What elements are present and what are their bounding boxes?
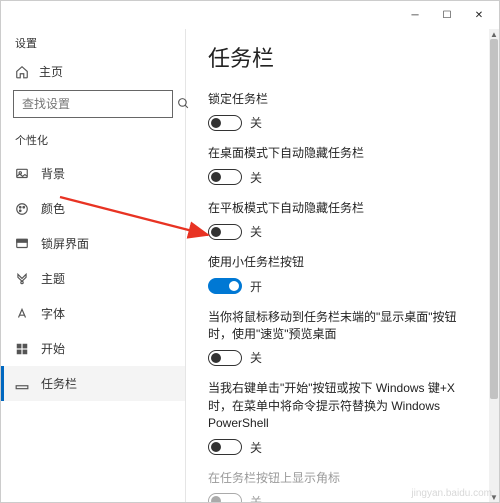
sidebar-item-lockscreen[interactable]: 锁屏界面 xyxy=(1,226,185,261)
toggle-state: 关 xyxy=(250,114,262,131)
setting-label: 当我右键单击"开始"按钮或按下 Windows 键+X 时，在菜单中将命令提示符… xyxy=(208,380,477,432)
setting-label: 当你将鼠标移动到任务栏末端的"显示桌面"按钮时，使用"速览"预览桌面 xyxy=(208,309,477,344)
sidebar-item-label: 开始 xyxy=(41,340,65,357)
toggle-state: 关 xyxy=(250,493,262,502)
sidebar-item-label: 颜色 xyxy=(41,200,65,217)
sidebar-item-taskbar[interactable]: 任务栏 xyxy=(1,366,185,401)
taskbar-icon xyxy=(15,377,29,391)
font-icon xyxy=(15,307,29,321)
setting-autohide-tablet: 在平板模式下自动隐藏任务栏 关 xyxy=(208,200,477,240)
sidebar-item-label: 主题 xyxy=(41,270,65,287)
scrollbar-thumb[interactable] xyxy=(490,39,498,399)
minimize-button[interactable]: ─ xyxy=(399,2,431,28)
sidebar-item-start[interactable]: 开始 xyxy=(1,331,185,366)
sidebar-item-background[interactable]: 背景 xyxy=(1,156,185,191)
home-icon xyxy=(15,65,29,79)
toggle-state: 关 xyxy=(250,169,262,186)
toggle-powershell[interactable] xyxy=(208,439,242,455)
search-box[interactable] xyxy=(13,90,173,118)
toggle-state: 关 xyxy=(250,223,262,240)
scroll-down-icon[interactable]: ▼ xyxy=(489,492,499,502)
sidebar-item-label: 字体 xyxy=(41,305,65,322)
setting-badges: 在任务栏按钮上显示角标 关 xyxy=(208,470,477,502)
maximize-button[interactable]: ☐ xyxy=(431,2,463,28)
setting-label: 在任务栏按钮上显示角标 xyxy=(208,470,477,487)
section-label: 个性化 xyxy=(1,128,185,156)
setting-lock-taskbar: 锁定任务栏 关 xyxy=(208,91,477,131)
sidebar-item-label: 任务栏 xyxy=(41,375,77,392)
setting-label: 锁定任务栏 xyxy=(208,91,477,108)
start-icon xyxy=(15,342,29,356)
titlebar: ─ ☐ ✕ xyxy=(1,1,499,29)
setting-label: 在桌面模式下自动隐藏任务栏 xyxy=(208,145,477,162)
toggle-peek-preview[interactable] xyxy=(208,350,242,366)
setting-label: 使用小任务栏按钮 xyxy=(208,254,477,271)
sidebar-home[interactable]: 主页 xyxy=(1,57,185,90)
nav: 背景 颜色 锁屏界面 主题 字体 xyxy=(1,156,185,502)
toggle-autohide-desktop[interactable] xyxy=(208,169,242,185)
toggle-state: 关 xyxy=(250,349,262,366)
sidebar-item-label: 锁屏界面 xyxy=(41,235,89,252)
content: 任务栏 锁定任务栏 关 在桌面模式下自动隐藏任务栏 关 在平板模式下自动隐藏任务… xyxy=(186,29,499,502)
toggle-state: 开 xyxy=(250,278,262,295)
sidebar: 设置 主页 个性化 背景 xyxy=(1,29,186,502)
toggle-lock-taskbar[interactable] xyxy=(208,115,242,131)
sidebar-item-fonts[interactable]: 字体 xyxy=(1,296,185,331)
toggle-state: 关 xyxy=(250,439,262,456)
sidebar-home-label: 主页 xyxy=(39,63,63,80)
setting-powershell: 当我右键单击"开始"按钮或按下 Windows 键+X 时，在菜单中将命令提示符… xyxy=(208,380,477,455)
sidebar-item-label: 背景 xyxy=(41,165,65,182)
search-wrap xyxy=(1,90,185,128)
scroll-up-icon[interactable]: ▲ xyxy=(489,29,499,39)
setting-small-buttons: 使用小任务栏按钮 开 xyxy=(208,254,477,294)
picture-icon xyxy=(15,167,29,181)
lockscreen-icon xyxy=(15,237,29,251)
toggle-badges xyxy=(208,493,242,502)
app-title: 设置 xyxy=(1,33,185,57)
scrollbar[interactable]: ▲ ▼ xyxy=(489,29,499,502)
page-title: 任务栏 xyxy=(208,41,477,73)
toggle-small-buttons[interactable] xyxy=(208,278,242,294)
search-input[interactable] xyxy=(22,97,177,111)
sidebar-item-colors[interactable]: 颜色 xyxy=(1,191,185,226)
theme-icon xyxy=(15,272,29,286)
close-button[interactable]: ✕ xyxy=(463,2,495,28)
setting-label: 在平板模式下自动隐藏任务栏 xyxy=(208,200,477,217)
sidebar-item-themes[interactable]: 主题 xyxy=(1,261,185,296)
setting-autohide-desktop: 在桌面模式下自动隐藏任务栏 关 xyxy=(208,145,477,185)
settings-window: ─ ☐ ✕ 设置 主页 个性化 xyxy=(0,0,500,503)
palette-icon xyxy=(15,202,29,216)
setting-peek-preview: 当你将鼠标移动到任务栏末端的"显示桌面"按钮时，使用"速览"预览桌面 关 xyxy=(208,309,477,367)
toggle-autohide-tablet[interactable] xyxy=(208,224,242,240)
window-body: 设置 主页 个性化 背景 xyxy=(1,29,499,502)
